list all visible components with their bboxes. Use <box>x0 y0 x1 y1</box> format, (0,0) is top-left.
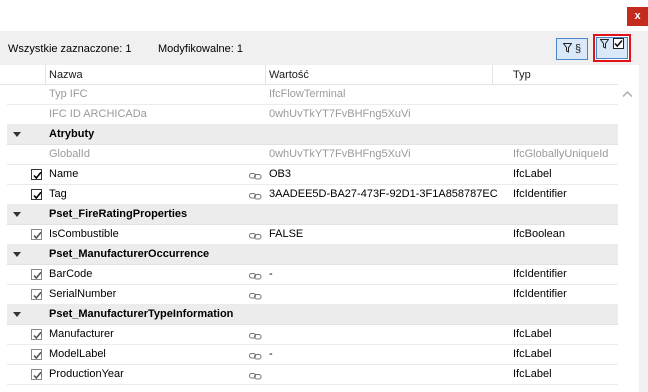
property-row[interactable]: Tag 3AADEE5D-BA27-473F-92D1-3F1A858787EC I… <box>7 185 618 205</box>
property-name: GlobalId <box>49 148 90 160</box>
property-value: 0whUvTkYT7FvBHFng5XuVi <box>269 108 411 120</box>
section-icon: § <box>574 43 582 55</box>
row-checkbox[interactable] <box>31 269 42 280</box>
property-value[interactable]: - <box>269 268 273 280</box>
vertical-scrollbar[interactable] <box>618 65 639 392</box>
column-separator <box>492 65 493 85</box>
filter-icon <box>562 43 575 55</box>
property-row[interactable]: IsCombustible FALSE IfcBoolean <box>7 225 618 245</box>
column-separator <box>265 65 266 85</box>
link-icon[interactable] <box>249 271 262 280</box>
collapse-triangle-icon[interactable] <box>13 212 21 217</box>
group-row[interactable]: Atrybuty <box>7 125 618 145</box>
property-name: Pset_ManufacturerTypeInformation <box>49 308 234 320</box>
collapse-triangle-icon[interactable] <box>13 312 21 317</box>
property-name: Pset_FireRatingProperties <box>49 208 188 220</box>
modifiable-count: Modyfikowalne: 1 <box>158 43 243 55</box>
window-border <box>639 31 648 392</box>
properties-grid: Typ IFC IfcFlowTerminal IFC ID ARCHICADa 0w… <box>0 85 618 392</box>
property-type: IfcIdentifier <box>513 288 567 300</box>
property-row[interactable]: IFC ID ARCHICADa 0whUvTkYT7FvBHFng5XuVi <box>7 105 618 125</box>
title-bar: x <box>0 0 648 31</box>
group-row[interactable]: Pset_ManufacturerTypeInformation <box>7 305 618 325</box>
toolbar: Wszystkie zaznaczone: 1 Modyfikowalne: 1… <box>0 31 639 65</box>
property-type: IfcIdentifier <box>513 268 567 280</box>
column-type-header[interactable]: Typ <box>513 69 531 81</box>
property-name: Manufacturer <box>49 328 114 340</box>
property-type: IfcIdentifier <box>513 188 567 200</box>
property-value: 0whUvTkYT7FvBHFng5XuVi <box>269 148 411 160</box>
filter-icon <box>599 39 612 51</box>
property-name: IFC ID ARCHICADa <box>49 108 147 120</box>
grid-header: Nazwa Wartość Typ <box>0 65 618 85</box>
property-type: IfcLabel <box>513 328 552 340</box>
row-checkbox[interactable] <box>31 329 42 340</box>
column-separator <box>45 65 46 85</box>
scroll-up-icon[interactable] <box>622 89 633 101</box>
property-row[interactable]: Name OB3 IfcLabel <box>7 165 618 185</box>
property-type: IfcBoolean <box>513 228 565 240</box>
group-row[interactable]: Pset_FireRatingProperties <box>7 205 618 225</box>
property-type: IfcLabel <box>513 348 552 360</box>
link-icon[interactable] <box>249 331 262 340</box>
collapse-triangle-icon[interactable] <box>13 132 21 137</box>
property-value[interactable]: FALSE <box>269 228 303 240</box>
property-row[interactable]: ProductionYear IfcLabel <box>7 365 618 385</box>
property-value[interactable]: 3AADEE5D-BA27-473F-92D1-3F1A858787EC <box>269 188 498 200</box>
link-icon[interactable] <box>249 371 262 380</box>
property-name: Atrybuty <box>49 128 95 140</box>
property-name: Name <box>49 168 79 180</box>
property-row[interactable]: Manufacturer IfcLabel <box>7 325 618 345</box>
column-value-header[interactable]: Wartość <box>269 69 309 81</box>
property-row[interactable]: BarCode - IfcIdentifier <box>7 265 618 285</box>
all-selected-count: Wszystkie zaznaczone: 1 <box>8 43 132 55</box>
close-button[interactable]: x <box>627 7 648 26</box>
property-name: ModelLabel <box>49 348 106 360</box>
property-type: IfcLabel <box>513 168 552 180</box>
property-name: IsCombustible <box>49 228 119 240</box>
row-checkbox[interactable] <box>31 369 42 380</box>
filter-section-button[interactable]: § <box>556 38 588 60</box>
group-row[interactable]: Pset_ManufacturerOccurrence <box>7 245 618 265</box>
link-icon[interactable] <box>249 191 262 200</box>
row-checkbox[interactable] <box>31 229 42 240</box>
property-row[interactable]: SerialNumber IfcIdentifier <box>7 285 618 305</box>
link-icon[interactable] <box>249 231 262 240</box>
row-checkbox[interactable] <box>31 189 42 200</box>
column-name-header[interactable]: Nazwa <box>49 69 83 81</box>
property-row[interactable]: GlobalId 0whUvTkYT7FvBHFng5XuVi IfcGloball… <box>7 145 618 165</box>
filter-checked-button[interactable] <box>593 34 631 62</box>
row-checkbox[interactable] <box>31 349 42 360</box>
property-name: Tag <box>49 188 67 200</box>
property-name: Typ IFC <box>49 88 88 100</box>
property-name: BarCode <box>49 268 93 280</box>
property-row[interactable]: ModelLabel - IfcLabel <box>7 345 618 365</box>
property-name: Pset_ManufacturerOccurrence <box>49 248 210 260</box>
checkbox-icon <box>612 38 624 51</box>
property-value[interactable]: OB3 <box>269 168 291 180</box>
row-checkbox[interactable] <box>31 169 42 180</box>
property-value[interactable]: - <box>269 348 273 360</box>
property-type: IfcLabel <box>513 368 552 380</box>
link-icon[interactable] <box>249 291 262 300</box>
link-icon[interactable] <box>249 171 262 180</box>
link-icon[interactable] <box>249 351 262 360</box>
property-row[interactable]: Typ IFC IfcFlowTerminal <box>7 85 618 105</box>
property-type: IfcGloballyUniqueId <box>513 148 609 160</box>
collapse-triangle-icon[interactable] <box>13 252 21 257</box>
property-name: SerialNumber <box>49 288 117 300</box>
property-name: ProductionYear <box>49 368 124 380</box>
row-checkbox[interactable] <box>31 289 42 300</box>
property-value: IfcFlowTerminal <box>269 88 346 100</box>
